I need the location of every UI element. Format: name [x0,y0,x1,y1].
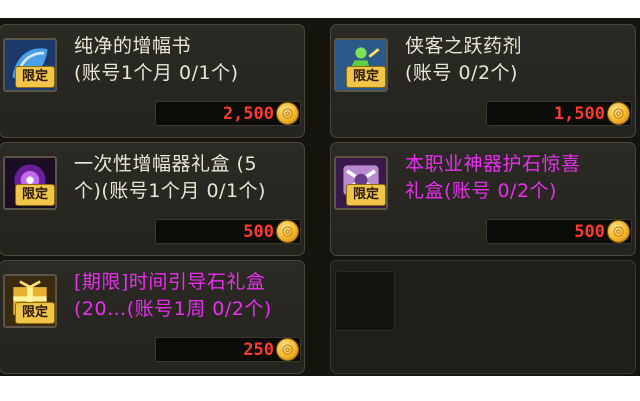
coin-icon: ◎ [276,220,299,243]
shop-item-card[interactable]: 限定 一次性增幅器礼盒 (5 个)(账号1个月 0/1个) 500 ◎ [0,142,305,256]
limited-badge: 限定 [15,184,55,206]
price-box: 250 ◎ [155,337,301,362]
leaping-figure-icon: 限定 [334,38,388,92]
book-icon: 限定 [3,38,57,92]
coin-icon: ◎ [276,338,299,361]
shop-panel: 限定 纯净的增幅书 (账号1个月 0/1个) 2,500 ◎ 限定 侠客之跃药剂… [0,18,640,376]
shop-item-card[interactable]: 限定 本职业神器护石惊喜 礼盒(账号 0/2个) 500 ◎ [330,142,636,256]
price-box: 1,500 ◎ [486,101,632,126]
price-value: 1,500 [553,104,605,124]
limited-badge: 限定 [346,184,386,206]
price-value: 250 [243,340,274,360]
item-name: [期限]时间引导石礼盒 (20...(账号1周 0/2个) [74,271,272,320]
shop-item-card[interactable]: 限定 [期限]时间引导石礼盒 (20...(账号1周 0/2个) 250 ◎ [0,260,305,374]
limited-badge: 限定 [346,66,386,88]
item-name: 纯净的增幅书 (账号1个月 0/1个) [74,35,239,84]
price-box: 500 ◎ [155,219,301,244]
artifact-stone-box-icon: 限定 [334,156,388,210]
limited-badge: 限定 [15,302,55,324]
item-name: 本职业神器护石惊喜 礼盒(账号 0/2个) [405,153,581,202]
price-box: 2,500 ◎ [155,101,301,126]
empty-icon-slot [335,271,395,331]
coin-icon: ◎ [607,220,630,243]
price-box: 500 ◎ [486,219,632,244]
price-value: 500 [243,222,274,242]
item-name: 侠客之跃药剂 (账号 0/2个) [405,35,523,84]
purple-orb-box-icon: 限定 [3,156,57,210]
price-value: 2,500 [222,104,274,124]
coin-icon: ◎ [276,102,299,125]
item-name: 一次性增幅器礼盒 (5 个)(账号1个月 0/1个) [74,153,266,202]
gold-gift-box-icon: 限定 [3,274,57,328]
empty-shop-slot [330,260,636,374]
shop-item-card[interactable]: 限定 纯净的增幅书 (账号1个月 0/1个) 2,500 ◎ [0,24,305,138]
limited-badge: 限定 [15,66,55,88]
coin-icon: ◎ [607,102,630,125]
shop-item-card[interactable]: 限定 侠客之跃药剂 (账号 0/2个) 1,500 ◎ [330,24,636,138]
price-value: 500 [574,222,605,242]
